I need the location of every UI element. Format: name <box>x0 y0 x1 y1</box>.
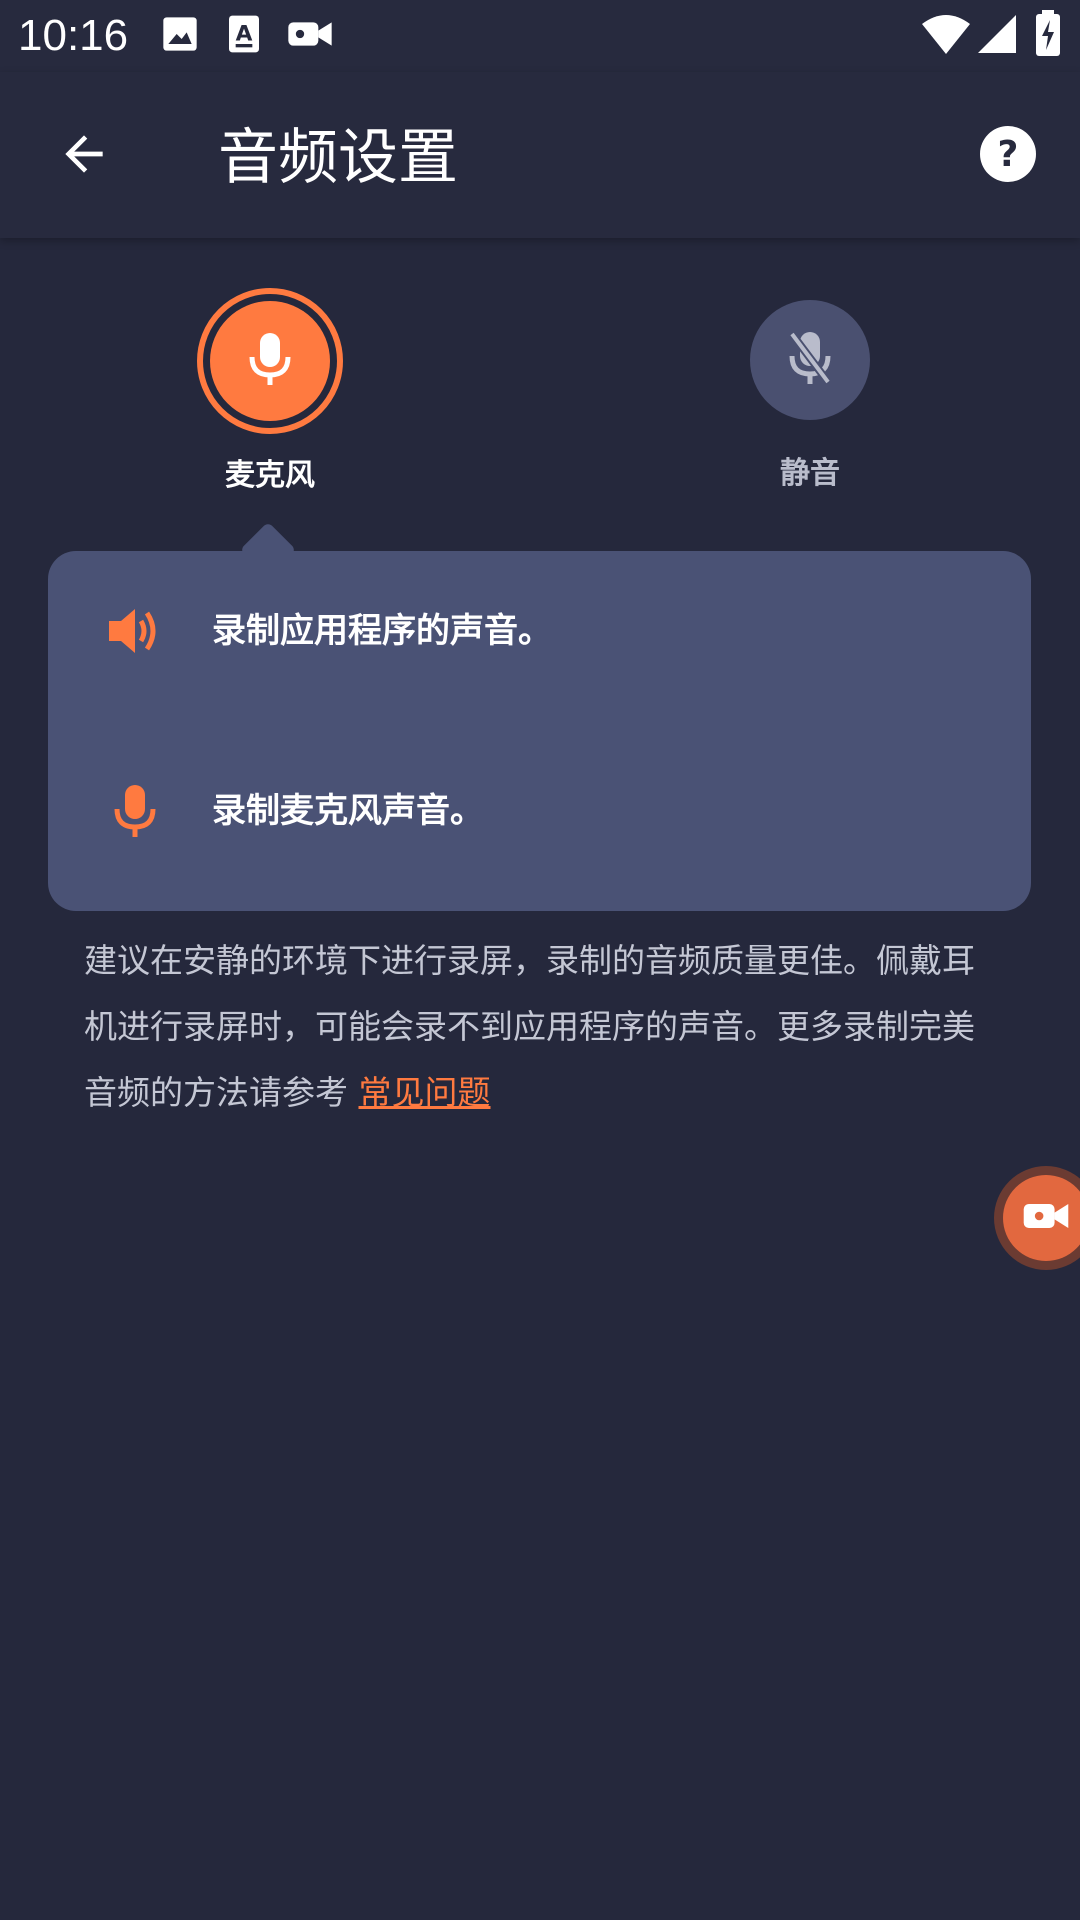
card-row-text: 录制应用程序的声音。 <box>212 611 552 651</box>
microphone-icon <box>245 331 295 391</box>
microphone-label: 麦克风 <box>225 458 315 493</box>
audio-settings-screen: 10:16 A 音频设置 ? 麦克风 静音 录制应用程序的声音。 录制麦克风声音… <box>0 0 1080 1920</box>
help-button[interactable]: ? <box>980 126 1036 182</box>
help-icon: ? <box>997 133 1019 175</box>
record-camera-icon <box>1022 1198 1070 1238</box>
svg-text:A: A <box>236 22 253 47</box>
battery-charging-icon <box>1034 10 1062 62</box>
mute-button[interactable] <box>750 300 870 420</box>
microphone-option[interactable]: 麦克风 <box>120 288 420 496</box>
video-camera-icon <box>286 14 334 58</box>
audio-source-info-card: 录制应用程序的声音。 录制麦克风声音。 <box>48 551 1031 911</box>
card-row-text: 录制麦克风声音。 <box>212 791 484 831</box>
app-bar: 音频设置 ? <box>0 72 1080 238</box>
status-bar: 10:16 A <box>0 0 1080 72</box>
cellular-signal-icon <box>978 14 1016 58</box>
microphone-icon <box>100 781 170 841</box>
mute-label: 静音 <box>780 456 840 491</box>
card-row-mic-audio: 录制麦克风声音。 <box>48 771 1031 851</box>
back-button[interactable] <box>44 116 124 196</box>
card-row-app-audio: 录制应用程序的声音。 <box>48 591 1031 671</box>
wifi-icon <box>922 12 970 60</box>
faq-link[interactable]: 常见问题 <box>359 1073 491 1112</box>
audio-tips-description: 建议在安静的环境下进行录屏，录制的音频质量更佳。佩戴耳机进行录屏时，可能会录不到… <box>84 928 1004 1126</box>
floating-record-inner <box>1003 1175 1080 1261</box>
description-text: 建议在安静的环境下进行录屏，录制的音频质量更佳。佩戴耳机进行录屏时，可能会录不到… <box>84 941 975 1112</box>
status-time: 10:16 <box>18 11 129 60</box>
microphone-button[interactable] <box>210 301 330 421</box>
image-icon <box>160 14 200 58</box>
arrow-left-icon <box>56 126 112 186</box>
speaker-icon <box>100 601 170 661</box>
page-title: 音频设置 <box>218 123 458 193</box>
microphone-selected-ring <box>197 288 343 434</box>
mute-option[interactable]: 静音 <box>660 288 960 494</box>
text-a-icon: A <box>226 14 262 58</box>
floating-record-button[interactable] <box>994 1166 1080 1270</box>
microphone-off-icon <box>785 330 835 390</box>
